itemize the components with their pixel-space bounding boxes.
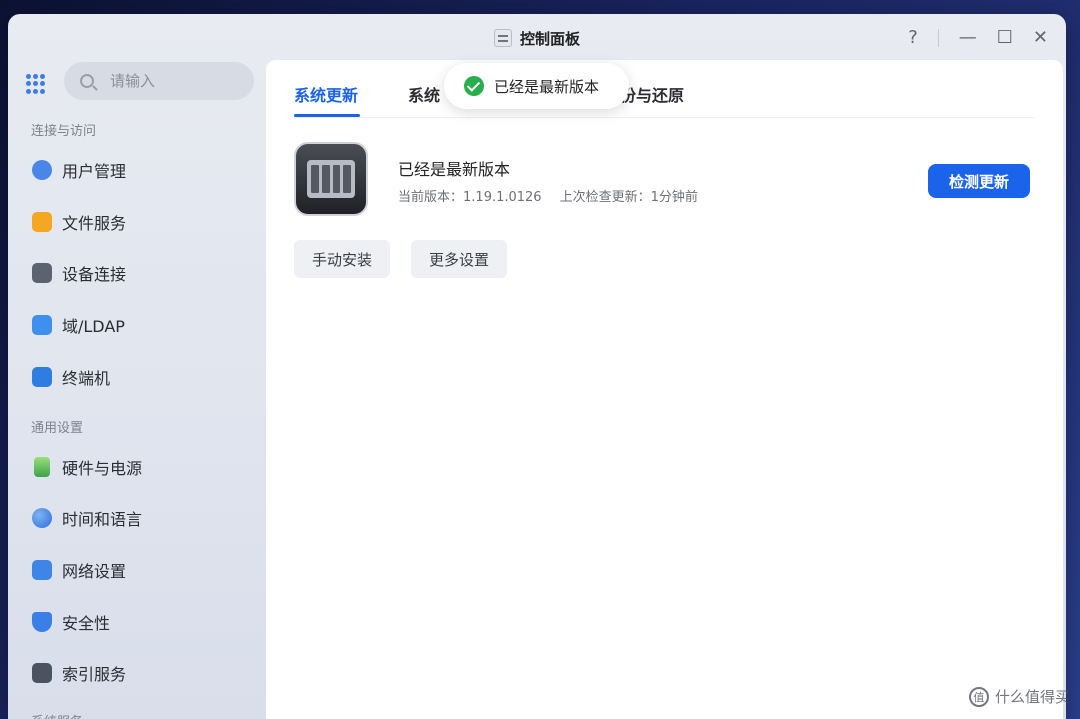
terminal-icon xyxy=(32,367,52,387)
sidebar-item-device-connection[interactable]: 设备连接 xyxy=(32,258,126,288)
last-check-value: 1分钟前 xyxy=(650,190,698,205)
section-label-general: 通用设置 xyxy=(31,421,84,436)
manual-install-button[interactable]: 手动安装 xyxy=(294,240,391,278)
check-circle-icon xyxy=(464,76,484,96)
router-icon xyxy=(32,560,52,580)
drive-bay xyxy=(343,165,351,193)
device-icon xyxy=(32,263,52,283)
search-box[interactable] xyxy=(64,62,254,100)
more-settings-button[interactable]: 更多设置 xyxy=(411,240,508,278)
current-version-label: 当前版本： xyxy=(398,190,464,205)
sidebar-item-label: 安全性 xyxy=(62,614,111,633)
active-tab-indicator xyxy=(294,114,360,117)
drive-bay xyxy=(311,165,319,193)
tab-bar: 系统更新 系统 份与还原 xyxy=(294,60,1035,118)
maximize-icon[interactable]: ☐ xyxy=(997,24,1013,52)
sidebar-item-index-service[interactable]: 索引服务 xyxy=(32,658,126,688)
nas-device-icon xyxy=(294,142,368,216)
user-management-icon xyxy=(32,160,52,180)
nas-body xyxy=(307,160,355,198)
control-panel-window: 控制面板 ? — ☐ ✕ 连接与访问 用户管理 文件服务 设备连接 xyxy=(8,14,1066,719)
help-icon[interactable]: ? xyxy=(908,24,918,52)
check-update-button[interactable]: 检测更新 xyxy=(928,164,1030,198)
last-check: 上次检查更新：1分钟前 xyxy=(560,186,698,205)
sidebar-item-network[interactable]: 网络设置 xyxy=(32,555,126,585)
title-bar: 控制面板 ? — ☐ ✕ xyxy=(8,14,1066,62)
sidebar-item-label: 文件服务 xyxy=(62,214,127,233)
close-icon[interactable]: ✕ xyxy=(1033,24,1048,52)
tab-system-update[interactable]: 系统更新 xyxy=(294,82,358,106)
id-card-icon xyxy=(32,315,52,335)
sidebar-item-label: 硬件与电源 xyxy=(62,459,143,478)
sidebar-item-label: 用户管理 xyxy=(62,162,127,181)
tab-backup-restore[interactable]: 份与还原 xyxy=(620,82,684,106)
success-toast: 已经是最新版本 xyxy=(444,63,629,109)
title-wrap: 控制面板 xyxy=(493,28,580,49)
watermark-text: 什么值得买 xyxy=(994,688,1070,706)
battery-icon xyxy=(34,457,50,477)
folder-icon xyxy=(32,212,52,232)
search-input[interactable] xyxy=(110,72,230,90)
sidebar-item-label: 域/LDAP xyxy=(62,317,125,336)
current-version-value: 1.19.1.0126 xyxy=(463,190,542,205)
control-separator xyxy=(937,29,939,47)
section-label-system-services: 系统服务 xyxy=(31,711,83,719)
sidebar-item-label: 时间和语言 xyxy=(62,510,143,529)
sidebar-item-domain-ldap[interactable]: 域/LDAP xyxy=(32,310,125,340)
shield-icon xyxy=(32,612,52,632)
search-icon xyxy=(80,74,94,88)
current-version: 当前版本：1.19.1.0126 xyxy=(398,186,542,205)
sidebar: 连接与访问 用户管理 文件服务 设备连接 域/LDAP 终端机 通用设置 硬件与… xyxy=(8,60,266,719)
toast-message: 已经是最新版本 xyxy=(494,77,600,96)
globe-icon xyxy=(32,508,52,528)
main-content: 系统更新 系统 份与还原 已经是最新版本 当前版本：1.19.1.0126 上次… xyxy=(266,60,1063,719)
window-title: 控制面板 xyxy=(519,29,580,48)
control-panel-icon xyxy=(493,29,512,47)
minimize-icon[interactable]: — xyxy=(959,24,977,52)
app-grid-icon[interactable] xyxy=(26,74,46,94)
drive-bay xyxy=(332,165,341,193)
sidebar-item-security[interactable]: 安全性 xyxy=(32,607,110,637)
tab-system[interactable]: 系统 xyxy=(408,82,440,106)
sidebar-item-terminal[interactable]: 终端机 xyxy=(32,362,110,392)
sidebar-item-user-management[interactable]: 用户管理 xyxy=(32,155,126,185)
sidebar-item-label: 终端机 xyxy=(62,369,111,388)
last-check-label: 上次检查更新： xyxy=(559,190,651,205)
window-controls: ? — ☐ ✕ xyxy=(908,24,1048,52)
drive-bay xyxy=(321,165,330,193)
index-icon xyxy=(32,663,52,683)
sidebar-item-label: 设备连接 xyxy=(62,265,127,284)
watermark: 值 什么值得买 xyxy=(968,686,1070,707)
sidebar-item-hardware-power[interactable]: 硬件与电源 xyxy=(32,452,142,482)
update-meta: 当前版本：1.19.1.0126 上次检查更新：1分钟前 xyxy=(398,186,698,205)
sidebar-item-file-services[interactable]: 文件服务 xyxy=(32,207,126,237)
watermark-badge-icon: 值 xyxy=(968,686,989,707)
section-label-connect: 连接与访问 xyxy=(31,124,97,139)
sidebar-item-label: 网络设置 xyxy=(62,562,127,581)
sidebar-item-time-language[interactable]: 时间和语言 xyxy=(32,503,142,533)
update-status-title: 已经是最新版本 xyxy=(398,160,511,179)
sidebar-item-label: 索引服务 xyxy=(62,665,127,684)
